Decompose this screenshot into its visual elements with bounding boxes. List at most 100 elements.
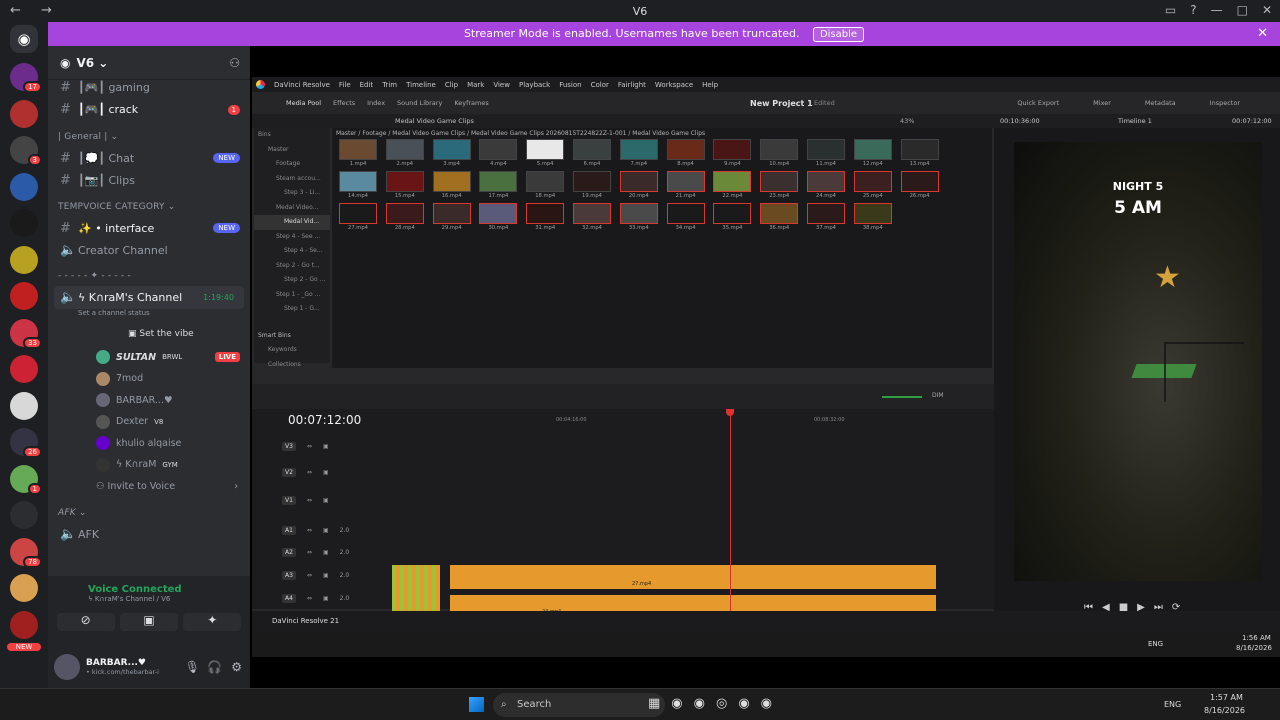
category-afk[interactable]: AFK ⌄: [48, 503, 250, 523]
close-icon[interactable]: ✕: [1257, 22, 1268, 46]
media-clip[interactable]: 6.mp4: [572, 139, 612, 167]
server-icon[interactable]: [10, 172, 38, 201]
keyframes-tab[interactable]: Keyframes: [454, 99, 488, 107]
menu-item[interactable]: Edit: [360, 81, 374, 89]
track-toggle-icon[interactable]: ▣: [323, 595, 329, 602]
media-clip[interactable]: 31.mp4: [525, 203, 565, 231]
start-button[interactable]: [469, 697, 484, 712]
inbox-icon[interactable]: ▭: [1165, 3, 1176, 17]
media-clip[interactable]: 35.mp4: [712, 203, 752, 231]
media-clip[interactable]: 20.mp4: [619, 171, 659, 199]
maximize-button[interactable]: □: [1237, 3, 1248, 17]
bin-item[interactable]: Bins: [254, 128, 330, 143]
channel-creator[interactable]: 🔈 Creator Channel: [48, 240, 250, 263]
media-clip[interactable]: 24.mp4: [806, 171, 846, 199]
track-header[interactable]: A4 ⇔ ▣ 2.0: [252, 587, 390, 610]
media-clip[interactable]: 14.mp4: [338, 171, 378, 199]
bin-item[interactable]: Step 4 - Se...: [254, 244, 330, 259]
clock-date[interactable]: 8/16/2026: [1204, 706, 1245, 715]
category-tempvoice[interactable]: TEMPVOICE CATEGORY ⌄: [48, 197, 250, 217]
voice-user[interactable]: BARBAR...♥: [48, 390, 250, 412]
voice-user[interactable]: ϟ K∩raM GYM: [48, 454, 250, 476]
media-clip[interactable]: 8.mp4: [666, 139, 706, 167]
headphones-icon[interactable]: 🎧: [207, 660, 222, 674]
server-icon[interactable]: [10, 245, 38, 274]
media-clip[interactable]: 15.mp4: [385, 171, 425, 199]
server-icon[interactable]: 17: [10, 63, 42, 93]
bin-item[interactable]: Steam accou...: [254, 172, 330, 187]
media-clip[interactable]: 10.mp4: [759, 139, 799, 167]
set-vibe-button[interactable]: ▣ Set the vibe: [48, 321, 250, 347]
link-icon[interactable]: ⇔: [307, 469, 312, 476]
voice-user[interactable]: SULTAN BRWL LIVE: [48, 347, 250, 369]
link-icon[interactable]: ⇔: [307, 595, 312, 602]
inspector-button[interactable]: Inspector: [1210, 99, 1240, 107]
media-clip[interactable]: 16.mp4: [432, 171, 472, 199]
menu-item[interactable]: Clip: [445, 81, 458, 89]
server-header[interactable]: ◉ V6 ⌄ ⚇: [48, 46, 250, 80]
zoom-level[interactable]: 43%: [900, 117, 914, 125]
bin-item[interactable]: Step 1 - _Go ...: [254, 288, 330, 303]
media-clip[interactable]: 34.mp4: [666, 203, 706, 231]
media-clip[interactable]: 28.mp4: [385, 203, 425, 231]
bin-item[interactable]: Step 2 - Go t...: [254, 259, 330, 274]
media-clip[interactable]: 29.mp4: [432, 203, 472, 231]
track-toggle-icon[interactable]: ▣: [323, 497, 329, 504]
server-icon[interactable]: [10, 282, 38, 310]
video-clips[interactable]: [450, 565, 936, 589]
disable-button[interactable]: Disable: [812, 27, 865, 42]
media-clip[interactable]: 3.mp4: [432, 139, 472, 167]
media-clip[interactable]: 36.mp4: [759, 203, 799, 231]
sound-library-tab[interactable]: Sound Library: [397, 99, 442, 107]
media-clip[interactable]: 11.mp4: [806, 139, 846, 167]
track-toggle-icon[interactable]: ▣: [323, 572, 329, 579]
media-clip[interactable]: 12.mp4: [853, 139, 893, 167]
server-icon[interactable]: [10, 209, 38, 237]
bin-item[interactable]: Collections: [254, 358, 330, 373]
taskbar-apps[interactable]: ▦◉◉◎◉◉: [648, 696, 783, 711]
menu-item[interactable]: Playback: [519, 81, 550, 89]
bin-item[interactable]: Medal Vid...: [254, 215, 330, 230]
server-icon[interactable]: 1: [10, 464, 42, 495]
media-clip[interactable]: 30.mp4: [478, 203, 518, 231]
bin-item[interactable]: Step 4 - See ...: [254, 230, 330, 245]
bin-item[interactable]: Smart Bins: [254, 329, 330, 344]
track-toggle-icon[interactable]: ▣: [323, 443, 329, 450]
media-clip[interactable]: 27.mp4: [338, 203, 378, 231]
voice-user[interactable]: khulio alqaise: [48, 433, 250, 455]
media-clip[interactable]: 4.mp4: [478, 139, 518, 167]
link-icon[interactable]: ⇔: [307, 497, 312, 504]
track-header[interactable]: V2 ⇔ ▣: [252, 461, 390, 484]
track-header[interactable]: V3 ⇔ ▣: [252, 435, 390, 458]
camera-off-icon[interactable]: ⊘: [56, 613, 115, 631]
server-icon[interactable]: 26: [10, 428, 42, 458]
track-header[interactable]: A1 ⇔ ▣ 2.0: [252, 519, 390, 542]
server-icon[interactable]: [10, 610, 38, 639]
media-clip[interactable]: 7.mp4: [619, 139, 659, 167]
track-header[interactable]: A2 ⇔ ▣ 2.0: [252, 541, 390, 564]
channel-crack[interactable]: # ┃🎮┃ crack 1: [48, 99, 250, 122]
media-clip[interactable]: 33.mp4: [619, 203, 659, 231]
media-clip[interactable]: 23.mp4: [759, 171, 799, 199]
effects-tab[interactable]: Effects: [333, 99, 355, 107]
timeline-selector[interactable]: Timeline 1: [1118, 117, 1152, 125]
category-general[interactable]: | General | ⌄: [48, 127, 250, 147]
help-icon[interactable]: ?: [1190, 3, 1196, 17]
server-icon[interactable]: 78: [10, 537, 42, 568]
link-icon[interactable]: ⇔: [307, 572, 312, 579]
channel-karam[interactable]: 🔈 ϟ K∩raM's Channel 1:19:40: [54, 286, 244, 309]
media-clip[interactable]: 32.mp4: [572, 203, 612, 231]
bin-item[interactable]: Step 3 - Li...: [254, 186, 330, 201]
bin-item[interactable]: Master: [254, 143, 330, 158]
menu-item[interactable]: Workspace: [655, 81, 693, 89]
track-toggle-icon[interactable]: ▣: [323, 527, 329, 534]
server-icon[interactable]: [10, 355, 38, 383]
dim-button[interactable]: DIM: [932, 392, 944, 399]
media-clip[interactable]: 9.mp4: [712, 139, 752, 167]
avatar[interactable]: [54, 654, 80, 680]
close-button[interactable]: ✕: [1262, 3, 1272, 17]
media-clip[interactable]: 5.mp4: [525, 139, 565, 167]
screen-share-icon[interactable]: ▣: [119, 613, 178, 631]
volume-slider[interactable]: [882, 396, 922, 398]
bin-item[interactable]: Medal Video...: [254, 201, 330, 216]
